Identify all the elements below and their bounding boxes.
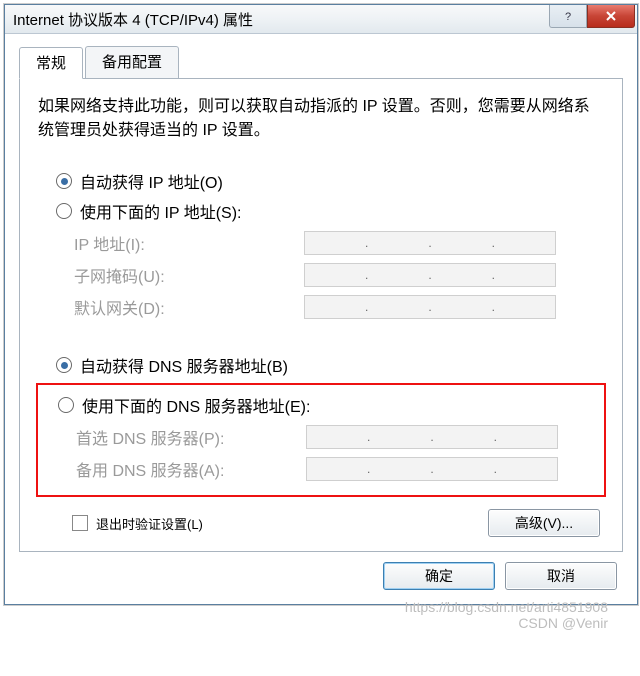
radio-dns-manual-label: 使用下面的 DNS 服务器地址(E): bbox=[82, 393, 310, 417]
dns-alternate-label: 备用 DNS 服务器(A): bbox=[76, 457, 306, 481]
dialog-window: Internet 协议版本 4 (TCP/IPv4) 属性 ? 常规 备用配置 … bbox=[4, 4, 638, 605]
help-button[interactable]: ? bbox=[549, 5, 587, 28]
validate-label: 退出时验证设置(L) bbox=[96, 514, 203, 533]
radio-icon bbox=[58, 397, 74, 413]
bottom-row: 退出时验证设置(L) 高级(V)... bbox=[72, 509, 604, 537]
highlight-box: 使用下面的 DNS 服务器地址(E): 首选 DNS 服务器(P): ... 备… bbox=[36, 383, 606, 497]
svg-text:?: ? bbox=[565, 11, 571, 22]
radio-ip-auto-label: 自动获得 IP 地址(O) bbox=[80, 169, 223, 193]
radio-icon bbox=[56, 173, 72, 189]
client-area: 常规 备用配置 如果网络支持此功能，则可以获取自动指派的 IP 设置。否则，您需… bbox=[5, 34, 637, 604]
field-subnet: 子网掩码(U): ... bbox=[74, 263, 604, 287]
cancel-button[interactable]: 取消 bbox=[505, 562, 617, 590]
close-button[interactable] bbox=[587, 5, 635, 28]
ip-address-label: IP 地址(I): bbox=[74, 231, 304, 255]
watermark-line2: CSDN @Venir bbox=[4, 615, 608, 631]
radio-ip-manual-label: 使用下面的 IP 地址(S): bbox=[80, 199, 242, 223]
title-bar: Internet 协议版本 4 (TCP/IPv4) 属性 ? bbox=[5, 5, 637, 34]
window-title: Internet 协议版本 4 (TCP/IPv4) 属性 bbox=[13, 9, 253, 30]
gateway-input[interactable]: ... bbox=[304, 295, 556, 319]
radio-dns-auto-label: 自动获得 DNS 服务器地址(B) bbox=[80, 353, 288, 377]
field-gateway: 默认网关(D): ... bbox=[74, 295, 604, 319]
gateway-label: 默认网关(D): bbox=[74, 295, 304, 319]
radio-icon bbox=[56, 203, 72, 219]
tab-alternate[interactable]: 备用配置 bbox=[85, 46, 179, 78]
dns-alternate-input[interactable]: ... bbox=[306, 457, 558, 481]
radio-dns-auto[interactable]: 自动获得 DNS 服务器地址(B) bbox=[56, 353, 604, 377]
field-dns-alternate: 备用 DNS 服务器(A): ... bbox=[76, 457, 602, 481]
radio-icon bbox=[56, 357, 72, 373]
subnet-label: 子网掩码(U): bbox=[74, 263, 304, 287]
validate-checkbox[interactable] bbox=[72, 515, 88, 531]
radio-ip-manual[interactable]: 使用下面的 IP 地址(S): bbox=[56, 199, 604, 223]
dialog-buttons: 确定 取消 bbox=[19, 552, 623, 594]
ip-address-input[interactable]: ... bbox=[304, 231, 556, 255]
subnet-input[interactable]: ... bbox=[304, 263, 556, 287]
field-ip-address: IP 地址(I): ... bbox=[74, 231, 604, 255]
dns-preferred-label: 首选 DNS 服务器(P): bbox=[76, 425, 306, 449]
field-dns-preferred: 首选 DNS 服务器(P): ... bbox=[76, 425, 602, 449]
ok-button[interactable]: 确定 bbox=[383, 562, 495, 590]
radio-dns-manual[interactable]: 使用下面的 DNS 服务器地址(E): bbox=[58, 393, 602, 417]
advanced-button[interactable]: 高级(V)... bbox=[488, 509, 600, 537]
tab-general[interactable]: 常规 bbox=[19, 47, 83, 79]
radio-ip-auto[interactable]: 自动获得 IP 地址(O) bbox=[56, 169, 604, 193]
description-text: 如果网络支持此功能，则可以获取自动指派的 IP 设置。否则，您需要从网络系统管理… bbox=[38, 95, 604, 143]
dns-preferred-input[interactable]: ... bbox=[306, 425, 558, 449]
window-buttons: ? bbox=[549, 5, 635, 28]
tab-strip: 常规 备用配置 bbox=[19, 46, 623, 79]
tab-panel: 如果网络支持此功能，则可以获取自动指派的 IP 设置。否则，您需要从网络系统管理… bbox=[19, 78, 623, 552]
